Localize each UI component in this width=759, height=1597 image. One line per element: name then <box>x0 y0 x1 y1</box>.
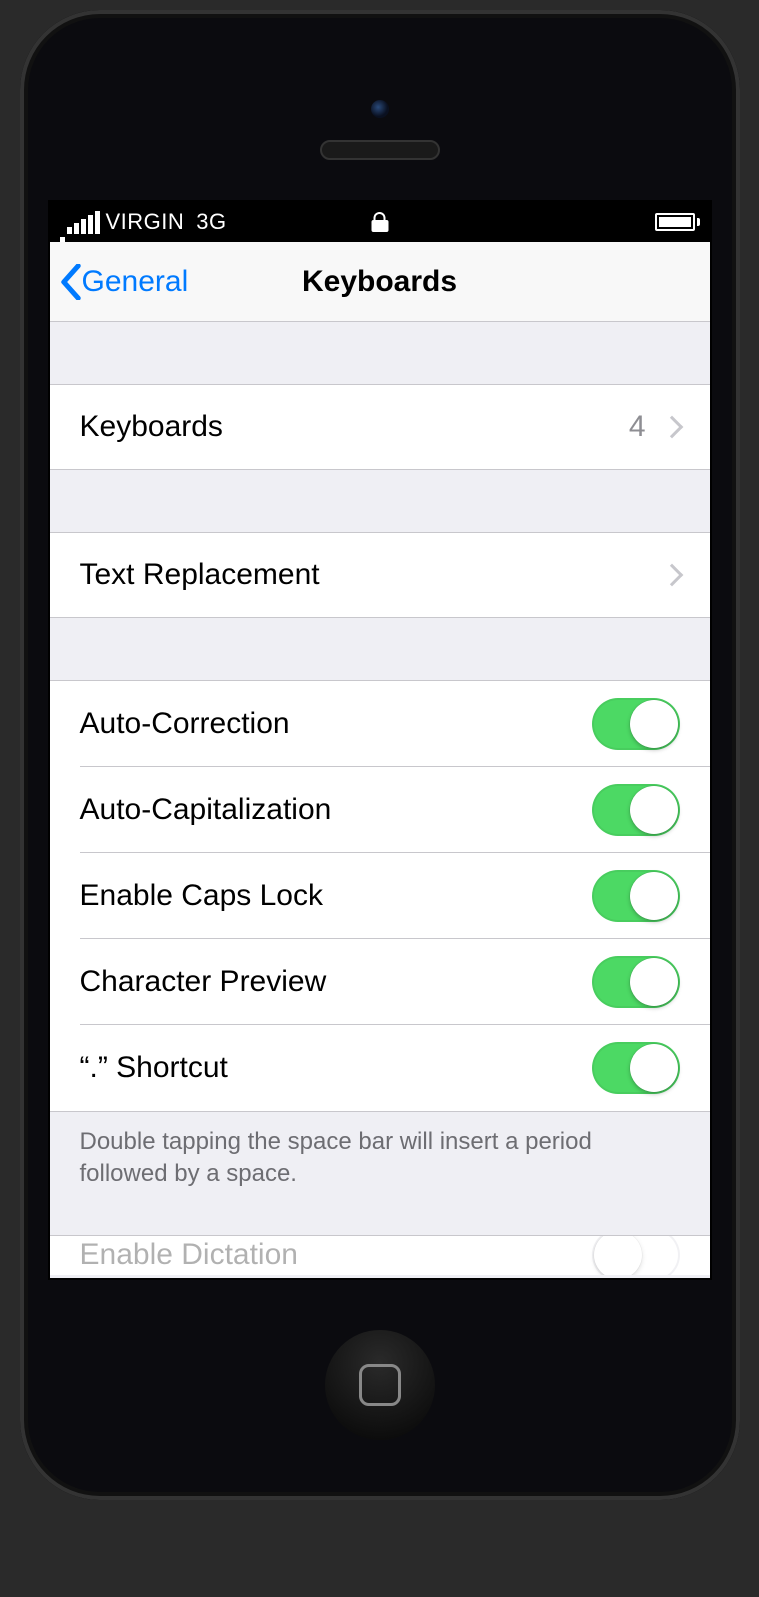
cell-value: 4 <box>629 410 646 444</box>
back-button[interactable]: General <box>50 264 189 300</box>
auto-correction-toggle[interactable] <box>592 698 680 750</box>
text-replacement-row[interactable]: Text Replacement <box>50 532 710 618</box>
group-spacer <box>50 322 710 384</box>
phone-frame: VIRGIN 3G General Keyboards Keyboards 4 <box>20 10 740 1500</box>
chevron-right-icon <box>660 564 683 587</box>
auto-correction-row: Auto-Correction <box>80 681 710 767</box>
battery-icon <box>655 213 700 231</box>
toggle-label: Auto-Capitalization <box>80 793 592 827</box>
cell-label: Keyboards <box>80 410 629 444</box>
screen: VIRGIN 3G General Keyboards Keyboards 4 <box>48 200 712 1280</box>
camera-dot <box>371 100 389 118</box>
nav-bar: General Keyboards <box>50 242 710 322</box>
enable-caps-lock-toggle[interactable] <box>592 870 680 922</box>
footer-text: Double tapping the space bar will insert… <box>50 1112 710 1205</box>
character-preview-toggle[interactable] <box>592 956 680 1008</box>
keyboards-row[interactable]: Keyboards 4 <box>50 384 710 470</box>
toggle-label: Character Preview <box>80 965 592 999</box>
status-network: 3G <box>196 209 226 235</box>
back-label: General <box>82 265 189 299</box>
group-spacer <box>50 1205 710 1235</box>
toggle-label: Enable Caps Lock <box>80 879 592 913</box>
chevron-left-icon <box>60 264 82 300</box>
toggle-group: Auto-Correction Auto-Capitalization Enab… <box>50 680 710 1112</box>
toggle-label: “.” Shortcut <box>80 1051 592 1085</box>
auto-capitalization-toggle[interactable] <box>592 784 680 836</box>
home-square-icon <box>359 1364 401 1406</box>
group-spacer <box>50 618 710 680</box>
character-preview-row: Character Preview <box>80 939 710 1025</box>
enable-dictation-toggle[interactable] <box>592 1235 680 1275</box>
period-shortcut-toggle[interactable] <box>592 1042 680 1094</box>
signal-bars-icon <box>67 211 100 234</box>
enable-dictation-row[interactable]: Enable Dictation <box>50 1235 710 1275</box>
period-shortcut-row: “.” Shortcut <box>80 1025 710 1111</box>
lock-icon <box>371 212 388 232</box>
toggle-label: Enable Dictation <box>80 1238 592 1272</box>
toggle-label: Auto-Correction <box>80 707 592 741</box>
group-spacer <box>50 470 710 532</box>
page-title: Keyboards <box>302 265 457 299</box>
enable-caps-lock-row: Enable Caps Lock <box>80 853 710 939</box>
cell-label: Text Replacement <box>80 558 664 592</box>
status-bar: VIRGIN 3G <box>50 202 710 242</box>
chevron-right-icon <box>660 416 683 439</box>
auto-capitalization-row: Auto-Capitalization <box>80 767 710 853</box>
home-button[interactable] <box>325 1330 435 1440</box>
speaker-grille <box>320 140 440 160</box>
status-carrier: VIRGIN <box>106 209 185 235</box>
